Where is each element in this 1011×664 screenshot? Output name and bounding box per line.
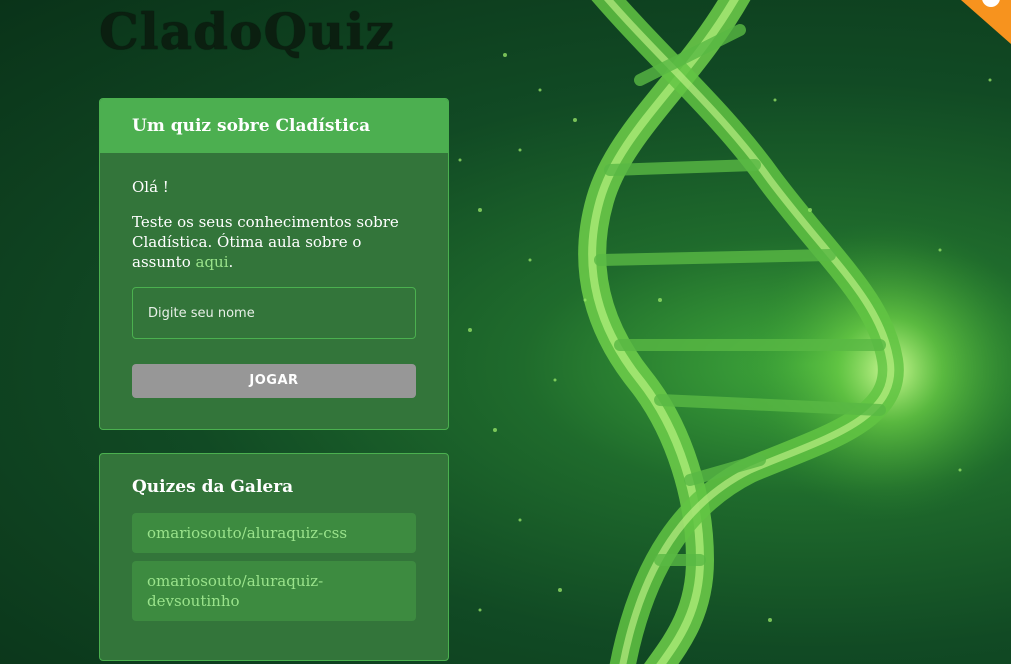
ribbon-icon xyxy=(961,0,1011,44)
cladoquiz-logo: CladoQuiz xyxy=(99,2,395,61)
widget-title: Um quiz sobre Cladística xyxy=(132,116,371,136)
aula-link[interactable]: aqui xyxy=(196,253,229,271)
widget-header: Um quiz sobre Cladística xyxy=(100,99,448,153)
community-title: Quizes da Galera xyxy=(132,477,294,497)
github-corner-ribbon[interactable] xyxy=(961,0,1011,44)
widget-content: Olá ! Teste os seus conhecimentos sobre … xyxy=(100,153,448,398)
description-text: Teste os seus conhecimentos sobre Cladís… xyxy=(132,212,416,272)
main-quiz-widget: Um quiz sobre Cladística Olá ! Teste os … xyxy=(99,98,449,430)
play-button[interactable]: JOGAR xyxy=(132,364,416,398)
player-name-input[interactable] xyxy=(132,287,416,339)
quiz-link-item[interactable]: omariosouto/aluraquiz-css xyxy=(132,513,416,553)
description-period: . xyxy=(228,253,234,271)
quiz-link-item[interactable]: omariosouto/aluraquiz-devsoutinho xyxy=(132,561,416,621)
greeting-text: Olá ! xyxy=(132,178,169,196)
community-quizzes-widget: Quizes da Galera omariosouto/aluraquiz-c… xyxy=(99,453,449,661)
description-body: Teste os seus conhecimentos sobre Cladís… xyxy=(132,213,399,271)
